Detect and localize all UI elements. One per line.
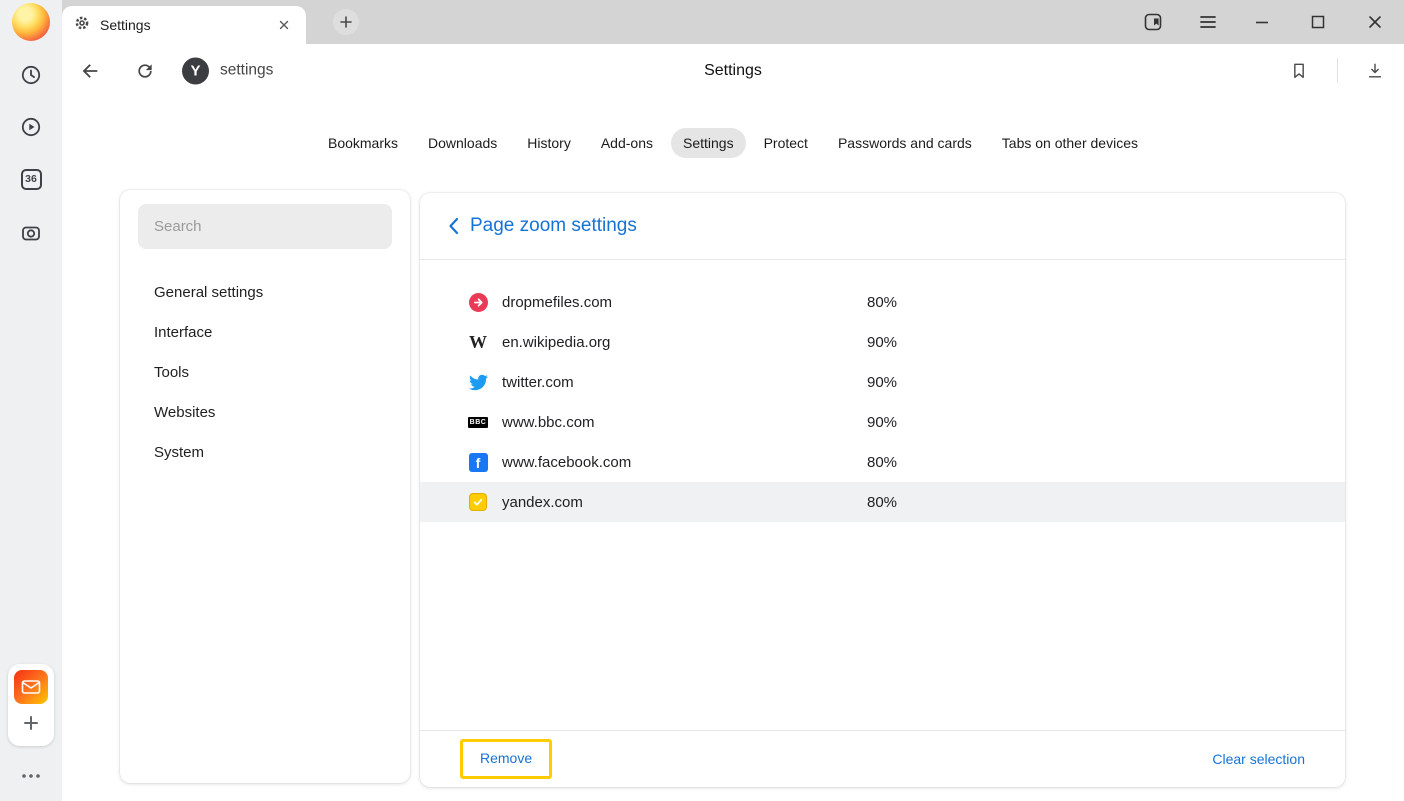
- nav-tab-addons[interactable]: Add-ons: [589, 128, 665, 158]
- site-zoom: 90%: [867, 414, 897, 431]
- tab-settings[interactable]: Settings: [62, 6, 306, 44]
- back-icon[interactable]: [74, 55, 106, 87]
- maximize-icon[interactable]: [1305, 11, 1331, 33]
- new-tab-button[interactable]: [333, 9, 359, 35]
- sidebar-item-websites[interactable]: Websites: [120, 392, 410, 432]
- sidebar-item-tools[interactable]: Tools: [120, 352, 410, 392]
- tab-close-icon[interactable]: [274, 15, 294, 35]
- nav-tab-downloads[interactable]: Downloads: [416, 128, 509, 158]
- bbc-icon: BBC: [468, 412, 488, 432]
- sidebar-item-system[interactable]: System: [120, 432, 410, 472]
- yandex-mail-icon[interactable]: [14, 670, 48, 704]
- side-panel-icon[interactable]: [1140, 11, 1166, 33]
- tabstrip: Settings: [62, 0, 1404, 44]
- add-icon[interactable]: [12, 704, 50, 742]
- table-row-wikipedia[interactable]: W en.wikipedia.org 90%: [420, 322, 1345, 362]
- site-favicon: Y: [182, 57, 209, 84]
- sidebar-item-interface[interactable]: Interface: [120, 312, 410, 352]
- nav-tab-passwords[interactable]: Passwords and cards: [826, 128, 984, 158]
- nav-tab-bookmarks[interactable]: Bookmarks: [316, 128, 410, 158]
- table-row-dropmefiles[interactable]: dropmefiles.com 80%: [420, 282, 1345, 322]
- play-icon[interactable]: [12, 108, 50, 146]
- site-name: en.wikipedia.org: [502, 334, 610, 351]
- history-clock-icon[interactable]: [12, 56, 50, 94]
- zoom-sites-list: dropmefiles.com 80% W en.wikipedia.org 9…: [420, 260, 1345, 522]
- twitter-icon: [468, 372, 488, 392]
- clear-selection-button[interactable]: Clear selection: [1212, 751, 1305, 767]
- screenshot-camera-icon[interactable]: [12, 214, 50, 252]
- sidebar-item-general-settings[interactable]: General settings: [120, 272, 410, 312]
- selected-checkbox[interactable]: [468, 492, 488, 512]
- download-icon[interactable]: [1359, 55, 1391, 87]
- table-row-yandex[interactable]: yandex.com 80%: [420, 482, 1345, 522]
- nav-tab-other-devices[interactable]: Tabs on other devices: [990, 128, 1150, 158]
- panel-header: Page zoom settings: [420, 193, 1345, 260]
- wikipedia-icon: W: [468, 332, 488, 352]
- gear-icon: [74, 15, 90, 36]
- nav-tab-settings[interactable]: Settings: [671, 128, 746, 158]
- remove-button[interactable]: Remove: [480, 750, 532, 766]
- tab-counter[interactable]: 36: [12, 160, 50, 198]
- site-name: dropmefiles.com: [502, 294, 612, 311]
- bookmark-icon[interactable]: [1283, 55, 1315, 87]
- search-input[interactable]: [138, 204, 392, 249]
- more-dots-icon[interactable]: [12, 757, 50, 795]
- site-name: twitter.com: [502, 374, 574, 391]
- settings-content: Bookmarks Downloads History Add-ons Sett…: [62, 97, 1404, 801]
- site-zoom: 90%: [867, 334, 897, 351]
- address-bar[interactable]: Y settings: [182, 57, 273, 84]
- site-name: www.bbc.com: [502, 414, 595, 431]
- settings-nav-tabs: Bookmarks Downloads History Add-ons Sett…: [62, 97, 1404, 158]
- left-rail: 36: [0, 0, 62, 801]
- table-row-bbc[interactable]: BBC www.bbc.com 90%: [420, 402, 1345, 442]
- table-row-facebook[interactable]: f www.facebook.com 80%: [420, 442, 1345, 482]
- site-name: yandex.com: [502, 494, 583, 511]
- toolbar-divider: [1337, 58, 1338, 83]
- tab-title: Settings: [100, 17, 274, 33]
- facebook-icon: f: [468, 452, 488, 472]
- settings-sidebar-card: General settings Interface Tools Website…: [120, 190, 410, 783]
- toolbar: Y settings Settings: [62, 44, 1404, 97]
- tab-count-label: 36: [25, 173, 37, 185]
- site-zoom: 80%: [867, 294, 897, 311]
- minimize-icon[interactable]: [1249, 11, 1275, 33]
- profile-avatar[interactable]: [12, 3, 50, 41]
- site-zoom: 80%: [867, 494, 897, 511]
- table-row-twitter[interactable]: twitter.com 90%: [420, 362, 1345, 402]
- panel-title[interactable]: Page zoom settings: [470, 215, 637, 237]
- site-name: www.facebook.com: [502, 454, 631, 471]
- site-zoom: 80%: [867, 454, 897, 471]
- back-chevron-icon[interactable]: [442, 215, 464, 237]
- panel-footer: Remove Clear selection: [420, 730, 1345, 787]
- page-zoom-card: Page zoom settings dropmefiles.com 80% W…: [420, 193, 1345, 787]
- reload-icon[interactable]: [129, 55, 161, 87]
- menu-icon[interactable]: [1195, 11, 1221, 33]
- nav-tab-history[interactable]: History: [515, 128, 583, 158]
- site-zoom: 90%: [867, 374, 897, 391]
- remove-highlight-annotation: Remove: [460, 739, 552, 779]
- nav-tab-protect[interactable]: Protect: [752, 128, 820, 158]
- settings-sections: General settings Interface Tools Website…: [120, 272, 410, 472]
- browser-window: 36 Settings: [0, 0, 1404, 801]
- window-close-icon[interactable]: [1362, 11, 1388, 33]
- url-text: settings: [220, 62, 273, 80]
- dropmefiles-icon: [468, 292, 488, 312]
